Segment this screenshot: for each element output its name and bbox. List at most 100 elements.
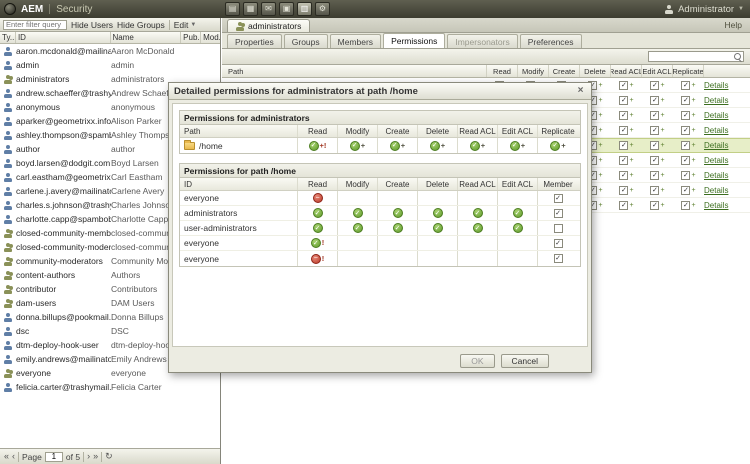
permission-checkbox[interactable]: ✓ [650, 80, 660, 90]
add-entry-icon[interactable]: + [691, 142, 695, 149]
add-entry-icon[interactable]: + [660, 127, 664, 134]
column-header-id[interactable]: ID [16, 32, 111, 43]
details-link[interactable]: Details [704, 81, 728, 90]
principal-permission-row[interactable]: administrators ✓ ✓ ✓ ✓ ✓ ✓ ✓ [180, 206, 580, 221]
list-item[interactable]: aaron.mcdonald@mailinator...Aaron McDona… [0, 44, 220, 58]
prev-page-icon[interactable]: ‹ [12, 452, 15, 461]
tab-administrators[interactable]: administrators [227, 19, 311, 32]
permission-checkbox[interactable]: ✓ [681, 185, 691, 195]
add-entry-icon[interactable]: + [691, 202, 695, 209]
add-entry-icon[interactable]: + [660, 202, 664, 209]
add-entry-icon[interactable]: + [598, 82, 602, 89]
permission-checkbox[interactable]: ✓ [681, 80, 691, 90]
column-header-type[interactable]: Ty.. [0, 32, 16, 43]
add-entry-icon[interactable]: + [691, 82, 695, 89]
add-entry-icon[interactable]: + [598, 187, 602, 194]
close-icon[interactable]: × [575, 86, 586, 97]
add-entry-icon[interactable]: + [629, 157, 633, 164]
edit-menu-button[interactable]: Edit ▼ [174, 20, 197, 30]
permission-checkbox[interactable]: ✓ [681, 200, 691, 210]
websites-icon[interactable]: ▤ [225, 2, 240, 16]
add-entry-icon[interactable]: + [691, 112, 695, 119]
permission-checkbox[interactable]: ✓ [619, 125, 629, 135]
permission-checkbox[interactable]: ✓ [619, 185, 629, 195]
add-entry-icon[interactable]: + [598, 127, 602, 134]
permission-checkbox[interactable]: ✓ [619, 110, 629, 120]
add-entry-icon[interactable]: + [629, 202, 633, 209]
permission-checkbox[interactable]: ✓ [619, 200, 629, 210]
add-entry-icon[interactable]: + [660, 157, 664, 164]
permission-checkbox[interactable]: ✓ [619, 170, 629, 180]
publications-icon[interactable]: ▣ [279, 2, 294, 16]
add-entry-icon[interactable]: + [629, 172, 633, 179]
grid-column-header[interactable]: Modify [518, 65, 549, 77]
refresh-icon[interactable]: ↻ [105, 452, 113, 461]
add-entry-icon[interactable]: + [598, 97, 602, 104]
permission-checkbox[interactable]: ✓ [650, 185, 660, 195]
add-entry-icon[interactable]: + [629, 97, 633, 104]
assets-icon[interactable]: ▦ [243, 2, 258, 16]
permission-checkbox[interactable]: ✓ [619, 141, 629, 150]
member-checkbox[interactable]: ✓ [553, 208, 563, 218]
permission-checkbox[interactable]: ✓ [650, 125, 660, 135]
inbox-icon[interactable]: ✉ [261, 2, 276, 16]
details-link[interactable]: Details [704, 171, 728, 180]
column-header-path[interactable]: Path [222, 65, 487, 77]
member-checkbox[interactable]: ✓ [553, 193, 563, 203]
grid-column-header[interactable]: Create [549, 65, 580, 77]
add-entry-icon[interactable]: + [598, 112, 602, 119]
member-checkbox[interactable] [553, 223, 563, 233]
add-entry-icon[interactable]: + [660, 187, 664, 194]
permission-checkbox[interactable]: ✓ [650, 200, 660, 210]
tab-preferences[interactable]: Preferences [519, 34, 582, 48]
principal-permission-row[interactable]: everyone ✓! ✓ [180, 236, 580, 251]
details-link[interactable]: Details [704, 96, 728, 105]
add-entry-icon[interactable]: + [598, 202, 602, 209]
grid-column-header[interactable]: Read ACL [611, 65, 642, 77]
ok-button[interactable]: OK [460, 354, 495, 368]
add-entry-icon[interactable]: + [660, 82, 664, 89]
add-entry-icon[interactable]: + [660, 97, 664, 104]
add-entry-icon[interactable]: + [629, 82, 633, 89]
permission-checkbox[interactable]: ✓ [619, 95, 629, 105]
principal-permission-row[interactable]: everyone − ✓ [180, 191, 580, 206]
tab-groups[interactable]: Groups [283, 34, 328, 48]
grid-column-header[interactable]: Replicate [673, 65, 704, 77]
details-link[interactable]: Details [704, 141, 728, 150]
add-entry-icon[interactable]: + [598, 157, 602, 164]
details-link[interactable]: Details [704, 201, 728, 210]
path-permission-row[interactable]: /home ✓ +! ✓ + ✓ + ✓ + ✓ + ✓ + ✓ + [180, 138, 580, 153]
permission-checkbox[interactable]: ✓ [650, 170, 660, 180]
permission-checkbox[interactable]: ✓ [619, 80, 629, 90]
add-entry-icon[interactable]: + [691, 187, 695, 194]
list-item[interactable]: admin admin [0, 58, 220, 72]
first-page-icon[interactable]: « [4, 452, 9, 461]
permission-checkbox[interactable]: ✓ [619, 155, 629, 165]
permission-checkbox[interactable]: ✓ [681, 141, 691, 150]
permission-checkbox[interactable]: ✓ [650, 141, 660, 150]
last-page-icon[interactable]: » [93, 452, 98, 461]
member-checkbox[interactable]: ✓ [553, 254, 563, 263]
details-link[interactable]: Details [704, 126, 728, 135]
principal-permission-row[interactable]: user-administrators ✓ ✓ ✓ ✓ ✓ ✓ [180, 221, 580, 236]
tab-members[interactable]: Members [329, 34, 382, 48]
hide-users-button[interactable]: Hide Users [71, 20, 113, 30]
help-link[interactable]: Help [725, 20, 742, 30]
tab-impersonators[interactable]: Impersonators [447, 34, 518, 48]
permission-checkbox[interactable]: ✓ [681, 170, 691, 180]
filter-query-input[interactable] [3, 19, 67, 30]
add-entry-icon[interactable]: + [691, 157, 695, 164]
page-number-input[interactable] [44, 451, 63, 462]
column-header-name[interactable]: Name [111, 32, 182, 43]
permission-checkbox[interactable]: ✓ [650, 155, 660, 165]
add-entry-icon[interactable]: + [691, 97, 695, 104]
tools-icon[interactable]: ⚙ [315, 2, 330, 16]
add-entry-icon[interactable]: + [660, 172, 664, 179]
add-entry-icon[interactable]: + [691, 127, 695, 134]
quick-search-input[interactable] [649, 52, 733, 61]
column-header-pub[interactable]: Pub. [181, 32, 202, 43]
add-entry-icon[interactable]: + [629, 112, 633, 119]
permission-checkbox[interactable]: ✓ [681, 155, 691, 165]
add-entry-icon[interactable]: + [691, 172, 695, 179]
permission-checkbox[interactable]: ✓ [681, 95, 691, 105]
